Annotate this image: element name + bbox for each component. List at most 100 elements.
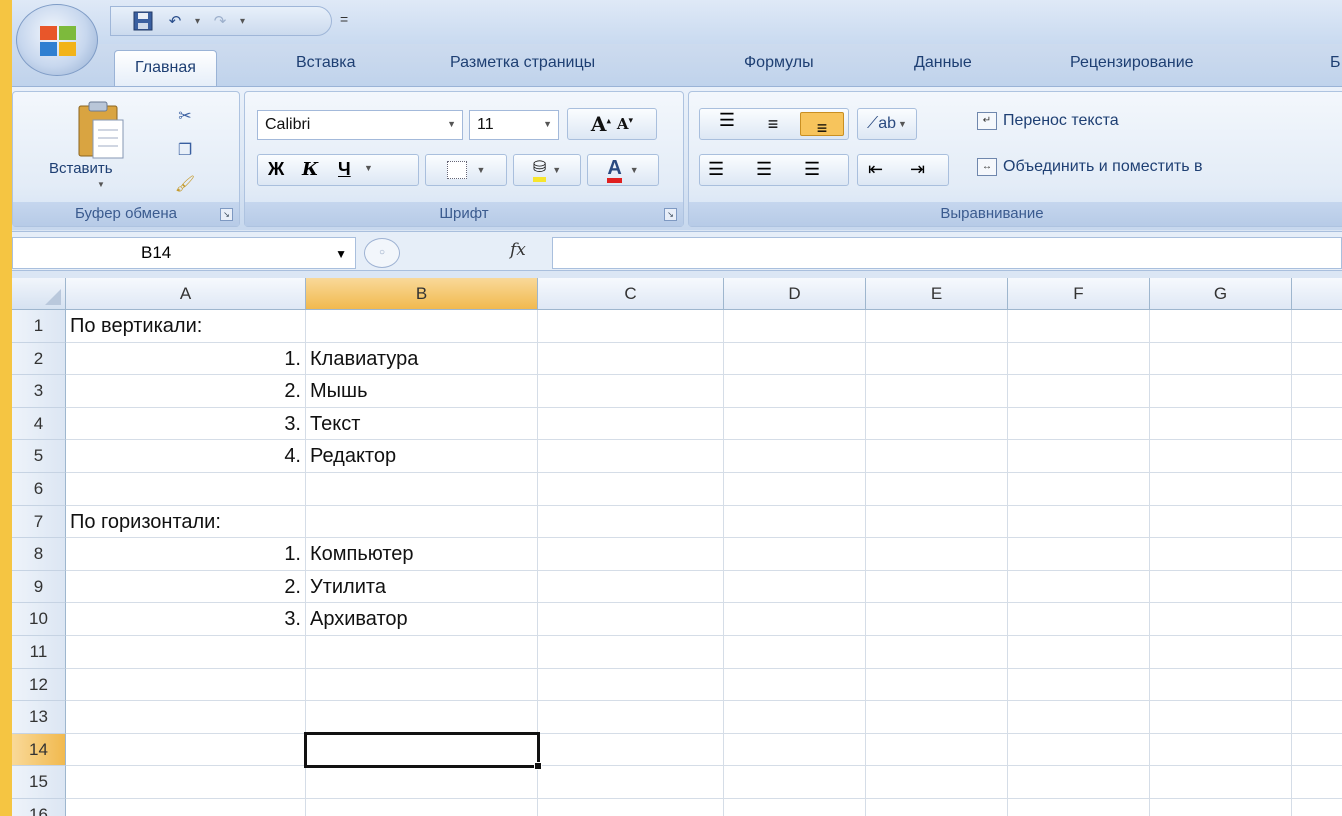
cell[interactable] [1008, 440, 1150, 473]
cell[interactable] [866, 701, 1008, 734]
row-header[interactable]: 15 [12, 766, 66, 799]
cell[interactable] [538, 603, 724, 636]
cell-a[interactable]: 2. [66, 570, 306, 604]
cell-a[interactable] [66, 473, 306, 506]
align-bottom-icon[interactable]: ≡ [800, 112, 844, 138]
cell[interactable] [724, 505, 866, 539]
cell[interactable] [538, 440, 724, 473]
font-size-dropdown-icon[interactable]: ▼ [543, 119, 552, 129]
cell[interactable] [724, 668, 866, 702]
insert-function-button[interactable]: fx [510, 240, 526, 260]
cell-b[interactable]: Компьютер [306, 538, 538, 571]
cell[interactable] [1008, 342, 1150, 376]
cell[interactable] [538, 636, 724, 669]
cell[interactable] [1008, 310, 1150, 343]
cell[interactable] [1292, 668, 1342, 702]
cell[interactable] [866, 342, 1008, 376]
format-painter-icon[interactable]: 🖌 [173, 172, 197, 196]
shrink-font-icon[interactable]: A▾ [617, 115, 633, 133]
cell-b[interactable] [306, 668, 538, 702]
copy-icon[interactable]: ❐ [173, 138, 197, 162]
tab-data[interactable]: Данные [914, 54, 972, 72]
cell[interactable] [1150, 570, 1292, 604]
cell-a[interactable] [66, 668, 306, 702]
cell[interactable] [1150, 342, 1292, 376]
wrap-text-button[interactable]: ↵ Перенос текста [977, 112, 1119, 130]
cell-a[interactable]: 3. [66, 407, 306, 441]
cell[interactable] [1008, 570, 1150, 604]
cell-a[interactable] [66, 766, 306, 799]
cell[interactable] [1150, 440, 1292, 473]
cell[interactable] [1292, 342, 1342, 376]
cell-a[interactable]: 1. [66, 538, 306, 571]
cell-b[interactable]: Архиватор [306, 603, 538, 636]
undo-icon[interactable]: ↶ [163, 10, 187, 32]
cell[interactable] [1150, 603, 1292, 636]
column-header-e[interactable]: E [866, 278, 1008, 310]
cell-a[interactable]: 4. [66, 440, 306, 473]
row-header[interactable]: 13 [12, 701, 66, 734]
column-header-f[interactable]: F [1008, 278, 1150, 310]
formula-bar-expand-icon[interactable]: ○ [364, 238, 400, 268]
redo-icon[interactable]: ↷ [208, 10, 232, 32]
cell[interactable] [538, 342, 724, 376]
active-cell-border[interactable] [304, 732, 540, 768]
cell[interactable] [1150, 636, 1292, 669]
tab-page-layout[interactable]: Разметка страницы [450, 54, 595, 72]
cell-b[interactable]: Утилита [306, 570, 538, 604]
cell[interactable] [866, 310, 1008, 343]
cell[interactable] [1008, 505, 1150, 539]
row-header[interactable]: 8 [12, 538, 66, 571]
cell[interactable] [866, 733, 1008, 767]
redo-dropdown-icon[interactable]: ▾ [240, 16, 245, 27]
row-header[interactable]: 1 [12, 310, 66, 343]
italic-button[interactable]: К [302, 159, 318, 180]
cell[interactable] [866, 766, 1008, 799]
cell[interactable] [724, 538, 866, 571]
grow-font-icon[interactable]: A▴ [591, 112, 611, 136]
cell[interactable] [1292, 701, 1342, 734]
cell[interactable] [1292, 766, 1342, 799]
cell[interactable] [1008, 636, 1150, 669]
cell[interactable] [724, 766, 866, 799]
cell[interactable] [1150, 701, 1292, 734]
cell[interactable] [1008, 733, 1150, 767]
align-center-icon[interactable]: ☰ [756, 159, 772, 180]
cell[interactable] [1292, 538, 1342, 571]
fill-handle[interactable] [534, 762, 542, 770]
cell[interactable] [866, 407, 1008, 441]
cell[interactable] [538, 473, 724, 506]
borders-dropdown-icon[interactable]: ▼ [477, 165, 486, 175]
row-header[interactable]: 12 [12, 668, 66, 702]
cell[interactable] [538, 407, 724, 441]
cell[interactable] [538, 570, 724, 604]
cell[interactable] [1008, 766, 1150, 799]
row-header[interactable]: 6 [12, 473, 66, 506]
cell[interactable] [724, 407, 866, 441]
formula-input[interactable] [552, 237, 1342, 269]
cell[interactable] [1150, 668, 1292, 702]
cell[interactable] [724, 570, 866, 604]
cell-b[interactable] [306, 799, 538, 816]
row-header[interactable]: 14 [12, 733, 66, 767]
column-header-g[interactable]: G [1150, 278, 1292, 310]
bold-button[interactable]: Ж [268, 159, 284, 180]
row-header[interactable]: 10 [12, 603, 66, 636]
cell-a[interactable] [66, 636, 306, 669]
row-header[interactable]: 11 [12, 636, 66, 669]
name-box[interactable]: B14 ▼ [12, 237, 356, 269]
cell-b[interactable]: Редактор [306, 440, 538, 473]
cell[interactable] [1292, 375, 1342, 408]
cell-b[interactable] [306, 505, 538, 539]
cell[interactable] [538, 766, 724, 799]
increase-indent-icon[interactable]: ⇥ [910, 159, 925, 180]
tab-home[interactable]: Главная [114, 50, 217, 88]
cell[interactable] [724, 440, 866, 473]
select-all-button[interactable] [12, 278, 66, 310]
cell[interactable] [724, 473, 866, 506]
cell-b[interactable] [306, 766, 538, 799]
cell-b[interactable] [306, 310, 538, 343]
cell-a[interactable] [66, 799, 306, 816]
cell[interactable] [866, 505, 1008, 539]
cell[interactable] [1150, 407, 1292, 441]
